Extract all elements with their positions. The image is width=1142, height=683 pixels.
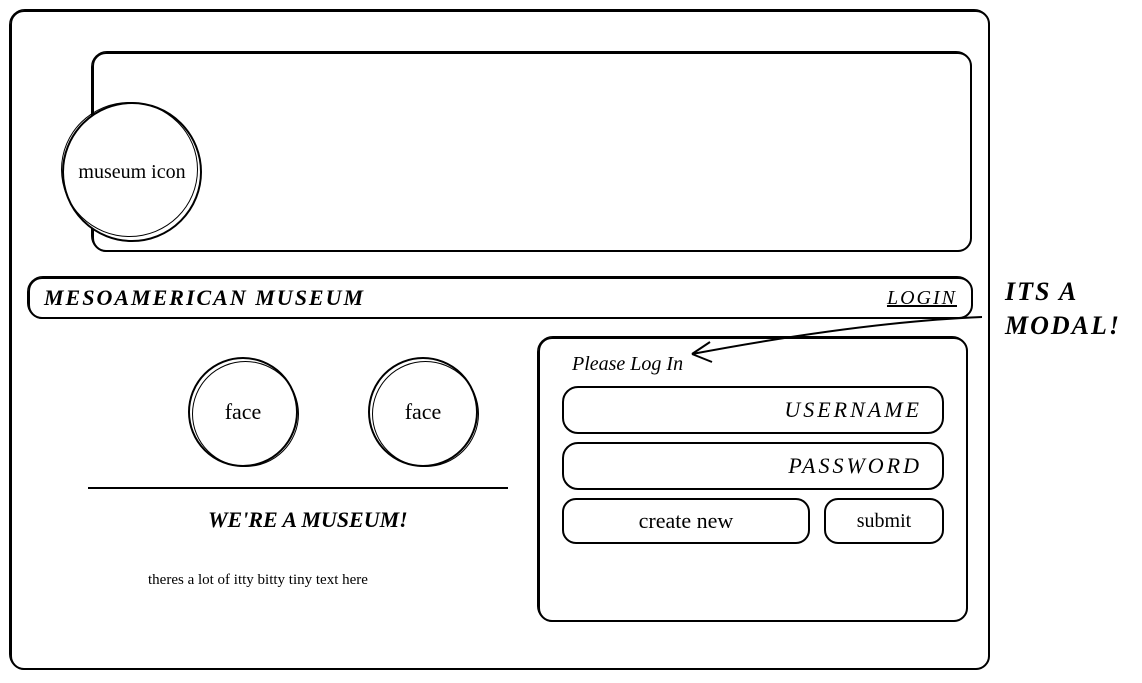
face-icon: face	[188, 357, 298, 467]
divider	[88, 487, 508, 489]
face-icon: face	[368, 357, 478, 467]
museum-icon-label: museum icon	[78, 160, 185, 184]
username-field[interactable]: USERNAME	[562, 386, 944, 434]
nav-bar: MESOAMERICAN MUSEUM LOGIN	[28, 277, 973, 319]
password-placeholder: PASSWORD	[788, 453, 922, 479]
modal-title: Please Log In	[572, 353, 948, 376]
welcome-subtext: theres a lot of itty bitty tiny text her…	[148, 572, 368, 589]
create-new-label: create new	[639, 508, 734, 534]
password-field[interactable]: PASSWORD	[562, 442, 944, 490]
create-new-button[interactable]: create new	[562, 498, 810, 544]
face-icon-label: face	[225, 399, 262, 425]
annotation-label: ITS A MODAL!	[1005, 275, 1142, 343]
face-icon-label: face	[405, 399, 442, 425]
submit-button[interactable]: submit	[824, 498, 944, 544]
brand-title: MESOAMERICAN MUSEUM	[44, 285, 887, 311]
welcome-heading: WE'RE A MUSEUM!	[208, 507, 408, 533]
submit-label: submit	[857, 510, 911, 533]
login-modal: Please Log In USERNAME PASSWORD create n…	[538, 337, 968, 622]
page-card: museum icon MESOAMERICAN MUSEUM LOGIN fa…	[10, 10, 990, 670]
login-link[interactable]: LOGIN	[887, 287, 957, 310]
username-placeholder: USERNAME	[784, 397, 922, 423]
modal-button-row: create new submit	[562, 498, 944, 544]
museum-icon: museum icon	[62, 102, 202, 242]
hero-banner	[92, 52, 972, 252]
content-area: face face WE'RE A MUSEUM! theres a lot o…	[28, 327, 973, 657]
